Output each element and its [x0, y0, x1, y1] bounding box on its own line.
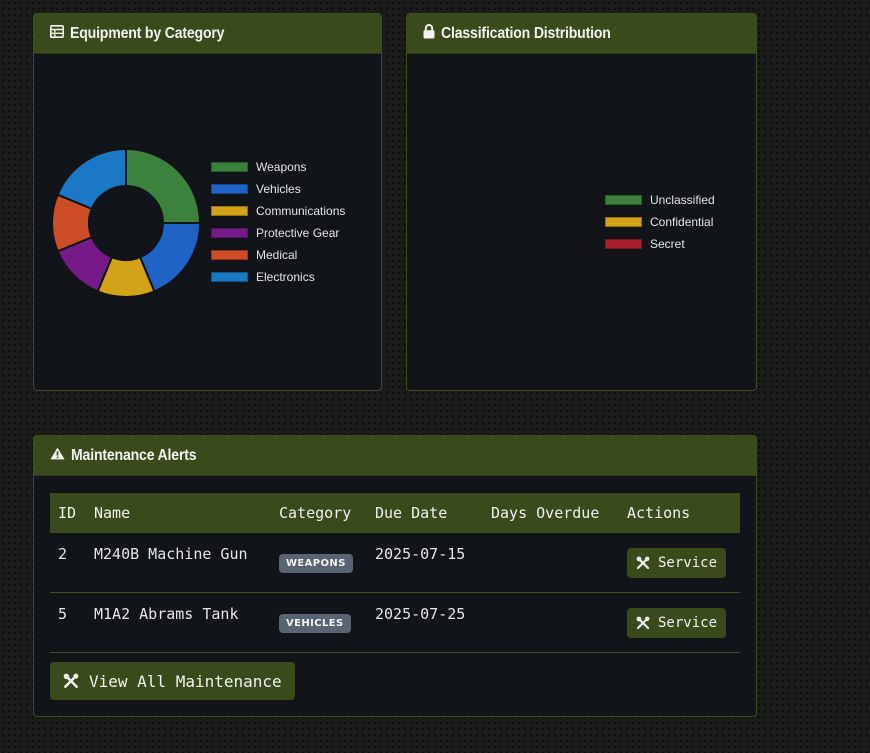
maintenance-alerts-card: Maintenance Alerts ID Name Category Due …: [33, 435, 757, 717]
column-header-name: Name: [86, 493, 271, 533]
card-title: Classification Distribution: [441, 24, 611, 42]
chart-legend: Weapons Vehicles Communications Protective …: [211, 156, 345, 288]
row-category: VEHICLES: [271, 592, 367, 653]
category-badge: VEHICLES: [279, 614, 351, 633]
chart-legend: Unclassified Confidential Secret: [605, 189, 715, 255]
legend-label: Secret: [650, 237, 685, 251]
legend-label: Confidential: [650, 215, 714, 229]
legend-label: Weapons: [256, 160, 307, 174]
column-header-due-date: Due Date: [367, 493, 483, 533]
row-due-date: 2025-07-15: [367, 533, 483, 593]
card-title: Maintenance Alerts: [71, 446, 197, 464]
legend-item[interactable]: Weapons: [211, 156, 345, 178]
legend-swatch: [605, 217, 642, 227]
tools-icon: [636, 556, 650, 569]
legend-swatch: [605, 195, 642, 205]
row-actions: Service: [619, 592, 740, 653]
tools-icon: [636, 616, 650, 629]
table-header-row: ID Name Category Due Date Days Overdue A…: [50, 493, 740, 533]
row-name: M240B Machine Gun: [86, 533, 271, 593]
legend-swatch: [211, 184, 248, 194]
row-category: WEAPONS: [271, 533, 367, 593]
legend-label: Communications: [256, 204, 346, 218]
row-due-date: 2025-07-25: [367, 592, 483, 653]
legend-label: Vehicles: [256, 182, 301, 196]
row-days-overdue: [483, 533, 619, 593]
legend-item[interactable]: Protective Gear: [211, 222, 345, 244]
classification-distribution-card: Classification Distribution Unclassified…: [406, 13, 757, 391]
service-button[interactable]: Service: [627, 607, 727, 638]
legend-item[interactable]: Electronics: [211, 266, 345, 288]
legend-label: Electronics: [256, 270, 315, 284]
column-header-category: Category: [271, 493, 367, 533]
card-header: Maintenance Alerts: [34, 436, 756, 476]
column-header-days-overdue: Days Overdue: [483, 493, 619, 533]
legend-item[interactable]: Communications: [211, 200, 345, 222]
legend-item[interactable]: Vehicles: [211, 178, 345, 200]
view-all-maintenance-button[interactable]: View All Maintenance: [50, 662, 295, 700]
legend-item[interactable]: Secret: [605, 233, 715, 255]
row-id: 2: [50, 533, 86, 593]
legend-item[interactable]: Unclassified: [605, 189, 715, 211]
legend-swatch: [211, 228, 248, 238]
tools-icon: [63, 673, 79, 688]
column-header-actions: Actions: [619, 493, 740, 533]
table-row: 2 M240B Machine Gun WEAPONS 2025-07-15 S…: [50, 533, 740, 593]
legend-swatch: [211, 162, 248, 172]
legend-label: Protective Gear: [256, 226, 340, 240]
service-button[interactable]: Service: [627, 547, 727, 578]
category-badge: WEAPONS: [279, 554, 353, 573]
legend-swatch: [211, 250, 248, 260]
legend-label: Medical: [256, 248, 298, 262]
service-button-label: Service: [658, 614, 718, 631]
row-days-overdue: [483, 592, 619, 653]
legend-swatch: [605, 239, 642, 249]
row-actions: Service: [619, 533, 740, 593]
maintenance-table: ID Name Category Due Date Days Overdue A…: [50, 493, 740, 653]
lock-icon: [423, 23, 435, 44]
legend-label: Unclassified: [650, 193, 715, 207]
column-header-id: ID: [50, 493, 86, 533]
card-header: Classification Distribution: [407, 14, 756, 54]
donut-slice-weapons[interactable]: [125, 147, 202, 224]
service-button-label: Service: [658, 554, 718, 571]
legend-swatch: [211, 272, 248, 282]
table-row: 5 M1A2 Abrams Tank VEHICLES 2025-07-25 S…: [50, 592, 740, 653]
view-all-maintenance-label: View All Maintenance: [89, 671, 282, 691]
legend-item[interactable]: Medical: [211, 244, 345, 266]
legend-item[interactable]: Confidential: [605, 211, 715, 233]
donut-slice-electronics[interactable]: [56, 147, 127, 211]
warning-icon: [50, 447, 65, 465]
equipment-by-category-card: Equipment by Category Weapons Vehicles Com…: [33, 13, 382, 391]
row-name: M1A2 Abrams Tank: [86, 592, 271, 653]
legend-swatch: [211, 206, 248, 216]
row-id: 5: [50, 592, 86, 653]
